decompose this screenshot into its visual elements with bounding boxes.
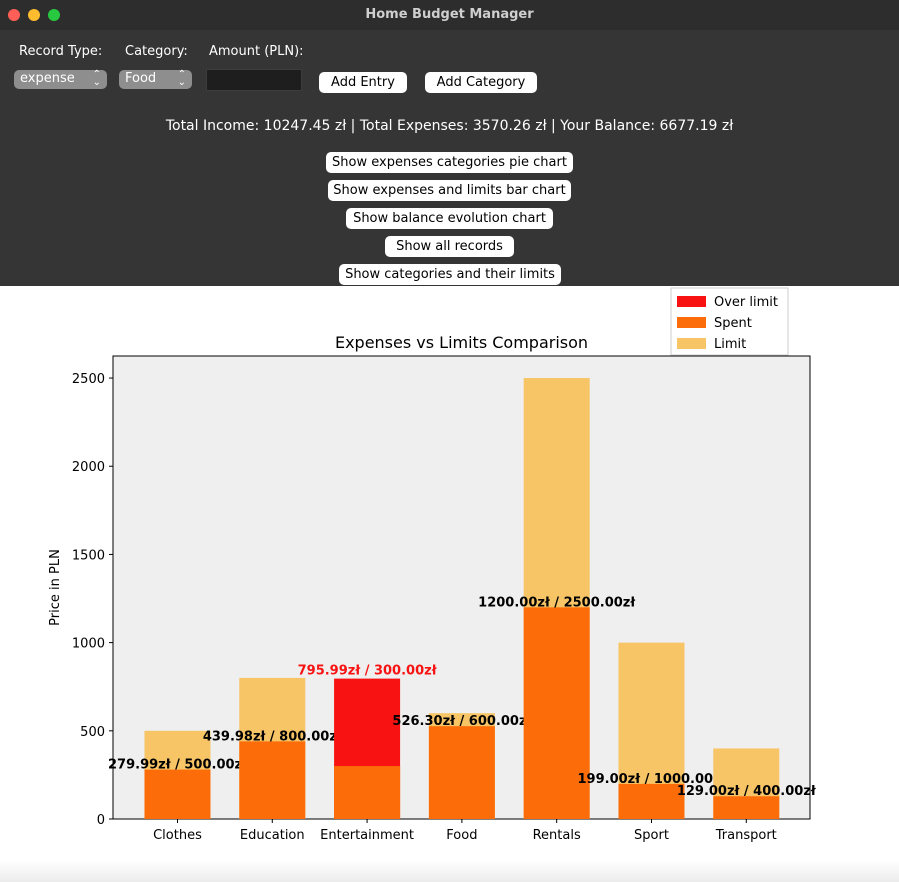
category-select[interactable]: Food ⌃ ⌄ <box>119 70 192 89</box>
x-tick-label: Education <box>240 828 305 843</box>
window-title: Home Budget Manager <box>365 7 534 22</box>
spent-bar <box>618 783 685 819</box>
balance-chart-button[interactable]: Show balance evolution chart <box>346 208 553 229</box>
legend-label: Over limit <box>714 295 778 310</box>
add-entry-button[interactable]: Add Entry <box>319 72 407 93</box>
app-window: Home Budget Manager Record Type: Categor… <box>0 0 899 882</box>
x-tick-label: Sport <box>634 828 669 843</box>
bar-value-label: 439.98zł / 800.00zł <box>203 729 343 744</box>
spent-bar <box>523 607 590 819</box>
pie-chart-button[interactable]: Show expenses categories pie chart <box>326 152 573 173</box>
window-bottom-edge <box>0 860 899 882</box>
bar-value-label: 129.00zł / 400.00zł <box>677 784 817 799</box>
chart-title: Expenses vs Limits Comparison <box>335 333 588 352</box>
expenses-limits-chart: Expenses vs Limits Comparison Price in PL… <box>48 287 817 843</box>
x-tick-label: Clothes <box>153 828 202 843</box>
bar-value-label: 279.99zł / 500.00zł <box>108 758 248 773</box>
chevron-updown-icon: ⌃ ⌄ <box>92 69 101 88</box>
bar-value-label: 795.99zł / 300.00zł <box>298 664 438 679</box>
category-value: Food <box>125 71 157 86</box>
legend-swatch <box>677 296 706 307</box>
control-panel: Record Type: Category: Amount (PLN): exp… <box>0 30 899 286</box>
balance-summary: Total Income: 10247.45 zł | Total Expens… <box>165 118 734 134</box>
x-tick-label: Rentals <box>533 828 581 843</box>
spent-bar <box>713 796 780 819</box>
legend-swatch <box>677 338 706 349</box>
bar-value-label: 526.30zł / 600.00zł <box>392 714 532 729</box>
y-tick-label: 0 <box>97 813 105 828</box>
y-tick-label: 500 <box>80 725 105 740</box>
bar-value-label: 1200.00zł / 2500.00zł <box>478 595 636 610</box>
legend-label: Limit <box>714 337 746 352</box>
add-category-button[interactable]: Add Category <box>425 72 537 93</box>
title-bar: Home Budget Manager <box>0 0 899 31</box>
y-tick-label: 2500 <box>72 372 105 387</box>
spent-bar <box>428 726 495 819</box>
record-type-select[interactable]: expense ⌃ ⌄ <box>14 70 107 89</box>
y-tick-label: 1500 <box>72 548 105 563</box>
categories-limits-button[interactable]: Show categories and their limits <box>339 264 561 285</box>
spent-bar <box>239 741 306 819</box>
category-label: Category: <box>125 44 188 59</box>
spent-bar <box>144 769 211 819</box>
x-tick-label: Entertainment <box>320 828 414 843</box>
bar-chart-button[interactable]: Show expenses and limits bar chart <box>328 180 571 201</box>
record-type-value: expense <box>20 71 75 86</box>
y-tick-label: 2000 <box>72 460 105 475</box>
record-type-label: Record Type: <box>19 44 103 59</box>
y-axis-label: Price in PLN <box>48 549 63 626</box>
all-records-button[interactable]: Show all records <box>385 236 514 257</box>
chevron-updown-icon: ⌃ ⌄ <box>177 69 186 88</box>
x-tick-label: Food <box>446 828 477 843</box>
spent-bar <box>334 766 401 819</box>
legend-label: Spent <box>714 316 752 331</box>
y-tick-label: 1000 <box>72 637 105 652</box>
amount-label: Amount (PLN): <box>209 44 304 59</box>
x-tick-label: Transport <box>715 828 777 843</box>
amount-input[interactable] <box>206 69 302 91</box>
legend-swatch <box>677 317 706 328</box>
chart-area: Expenses vs Limits Comparison Price in PL… <box>0 286 899 882</box>
